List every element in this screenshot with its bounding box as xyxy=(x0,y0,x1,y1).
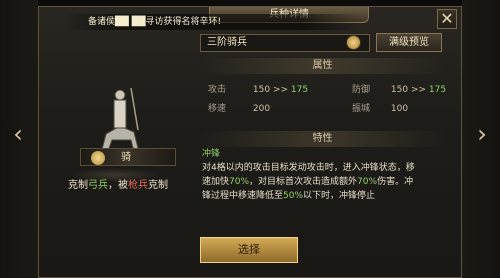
trait-line-1: 对4格以内的攻击目标发动攻击时，进入冲锋状态，移 xyxy=(202,163,415,173)
stat-siege-value: 100 xyxy=(390,104,409,114)
counter-mid: ，被 xyxy=(108,180,128,191)
unit-name: 三阶骑兵 xyxy=(200,34,370,52)
counter-strong-against: 弓兵 xyxy=(88,180,108,191)
trait-description: 冲锋 对4格以内的攻击目标发动攻击时，进入冲锋状态，移 速加快70%，对目标首次… xyxy=(202,148,446,232)
stat-speed-value: 200 xyxy=(252,104,271,114)
stat-attack-next: 175 xyxy=(290,85,309,95)
stat-siege-label: 振城 xyxy=(352,104,371,114)
prev-unit-arrow[interactable]: ‹ xyxy=(10,120,26,148)
unit-type-label: 骑 xyxy=(121,152,131,163)
stat-attack-value: 150 xyxy=(252,85,271,95)
stat-attack-label: 攻击 xyxy=(208,85,227,95)
counter-weak-against: 枪兵 xyxy=(128,180,148,191)
close-button[interactable]: ✕ xyxy=(437,9,457,29)
stat-attack-arrow: >> xyxy=(272,85,289,95)
select-button[interactable]: 选择 xyxy=(200,237,298,263)
stat-defense-value: 150 xyxy=(390,85,409,95)
cavalry-type-icon xyxy=(91,151,105,165)
stat-attack: 攻击 150 >> 175 xyxy=(208,82,308,95)
stat-defense-arrow: >> xyxy=(410,85,427,95)
stat-defense: 防御 150 >> 175 xyxy=(352,82,446,95)
max-level-preview-button[interactable]: 满级预览 xyxy=(376,33,442,52)
stat-defense-next: 175 xyxy=(428,85,447,95)
trait-title: 冲锋 xyxy=(202,149,221,159)
counter-relation: 克制弓兵，被枪兵克制 xyxy=(68,176,168,191)
attributes-header: 属性 xyxy=(200,58,445,74)
counter-suffix: 克制 xyxy=(148,180,168,191)
stat-speed: 移速 200 xyxy=(208,101,270,114)
next-unit-arrow[interactable]: › xyxy=(474,120,490,148)
traits-header: 特性 xyxy=(200,131,445,147)
stat-siege: 振城 100 xyxy=(352,101,408,114)
stat-speed-label: 移速 xyxy=(208,104,227,114)
trait-line-3: 锋过程中移速降低至50%以下时，冲锋停止 xyxy=(202,191,376,201)
trait-line-2: 速加快70%，对目标首次攻击造成额外70%伤害。冲 xyxy=(202,177,414,187)
stat-defense-label: 防御 xyxy=(352,85,371,95)
unit-type-badge: 骑 xyxy=(80,148,176,166)
counter-prefix: 克制 xyxy=(68,180,88,191)
broadcast-notice: 备诸侯██ ██寻访获得名将辛环! xyxy=(62,14,362,30)
unit-preview: 骑 克制弓兵，被枪兵克制 xyxy=(38,30,198,230)
unit-rank-icon xyxy=(346,35,361,50)
